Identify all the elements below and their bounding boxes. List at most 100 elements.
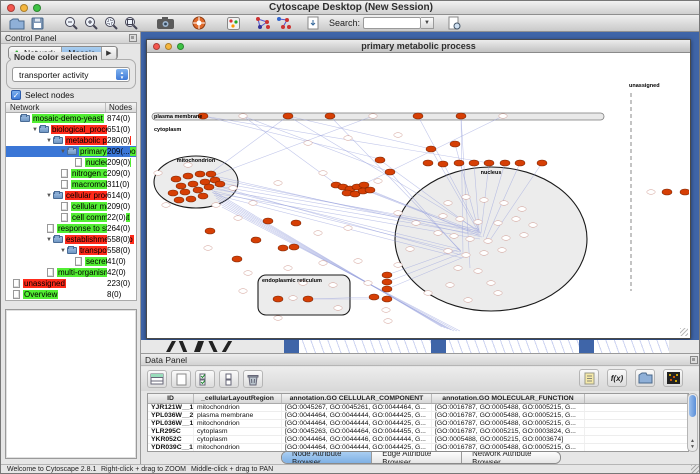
network-node[interactable] [176, 183, 186, 189]
table-cell[interactable]: [GO:0045267, GO:0045261, GO:0044464, G..… [282, 404, 432, 411]
network-node[interactable] [454, 266, 462, 271]
table-cell[interactable]: cytoplasm [194, 428, 282, 435]
tree-row[interactable]: ▼transport558(0) [6, 245, 136, 256]
tree-row[interactable]: ▼biological_process651(0) [6, 124, 136, 135]
tree-expander-icon[interactable]: ▼ [46, 237, 52, 243]
network-node[interactable] [498, 248, 506, 253]
network-node[interactable] [480, 198, 488, 203]
table-cell[interactable]: YKR052C [148, 436, 194, 443]
network-node[interactable] [334, 306, 342, 311]
network-node[interactable] [369, 294, 379, 300]
scrollbar-arrows-icon[interactable]: ▲▼ [688, 438, 697, 450]
network-node[interactable] [303, 296, 313, 302]
help-icon[interactable] [189, 16, 209, 31]
zoom-in-icon[interactable] [81, 16, 101, 31]
network-node[interactable] [229, 186, 237, 191]
tree-expander-icon[interactable]: ▼ [60, 149, 66, 155]
network-node[interactable] [462, 195, 470, 200]
network-node[interactable] [193, 187, 203, 193]
tree-row[interactable]: response to stimulu264(0) [6, 223, 136, 234]
network-node[interactable] [180, 189, 190, 195]
formula-builder-icon[interactable]: f(x) [607, 369, 627, 387]
network-node[interactable] [369, 114, 377, 119]
network-node[interactable] [162, 203, 170, 208]
network-node[interactable] [454, 160, 464, 166]
network-node[interactable] [382, 286, 392, 292]
network-node[interactable] [426, 146, 436, 152]
network-node[interactable] [304, 141, 312, 146]
network-node[interactable] [375, 157, 385, 163]
network-node[interactable] [283, 113, 293, 119]
tree-expander-icon[interactable]: ▼ [32, 127, 38, 133]
network-node[interactable] [456, 217, 464, 222]
network-node[interactable] [198, 193, 208, 199]
network-node[interactable] [424, 291, 432, 296]
network-node[interactable] [251, 237, 261, 243]
table-cell[interactable]: [GO:0016787, GO:0005488, GO:0005215, G..… [432, 420, 585, 427]
network-node[interactable] [462, 253, 470, 258]
network-node[interactable] [456, 113, 466, 119]
network-column-header[interactable]: Network [6, 103, 106, 112]
table-cell[interactable]: [GO:0005488, GO:0005215, GO:0003674] [432, 436, 585, 443]
tree-expander-icon[interactable]: ▼ [60, 248, 66, 254]
network-node[interactable] [520, 233, 528, 238]
tree-row[interactable]: ▼primary metabo209(... [6, 146, 136, 157]
network-node[interactable] [394, 211, 402, 216]
open-attributes-icon[interactable] [635, 369, 655, 387]
attribute-browser-tab[interactable]: Network Attribute Browser [462, 452, 560, 463]
network-node[interactable] [384, 319, 392, 324]
network-node[interactable] [444, 201, 452, 206]
network-node[interactable] [274, 316, 282, 321]
annotation-icon[interactable] [303, 16, 323, 31]
matrix-icon[interactable] [663, 369, 683, 387]
network-node[interactable] [206, 171, 216, 177]
network-node[interactable] [289, 244, 299, 250]
tree-row[interactable]: ▼establishment of lo558(0) [6, 234, 136, 245]
network-node[interactable] [274, 181, 282, 186]
network-node[interactable] [412, 221, 420, 226]
network-node[interactable] [263, 218, 273, 224]
table-cell[interactable]: mitochondrion [194, 404, 282, 411]
network-node[interactable] [502, 236, 510, 241]
network-node[interactable] [249, 201, 257, 206]
import-attributes-icon[interactable] [579, 369, 599, 387]
network-node[interactable] [450, 141, 460, 147]
tree-row[interactable]: Overview8(0) [6, 289, 136, 300]
float-control-panel-icon[interactable] [129, 34, 137, 42]
tree-expander-icon[interactable]: ▼ [46, 138, 52, 144]
network-node[interactable] [394, 133, 402, 138]
network-node[interactable] [434, 231, 442, 236]
table-column-header[interactable]: _cellularLayoutRegion [194, 394, 282, 403]
zoom-selected-icon[interactable] [101, 16, 121, 31]
network-node[interactable] [406, 247, 414, 252]
network-node[interactable] [484, 160, 494, 166]
network-node[interactable] [183, 173, 193, 179]
window-resize-grip[interactable] [680, 328, 688, 336]
attribute-browser-tab[interactable]: Node Attribute Browser [282, 452, 372, 463]
network-node[interactable] [469, 160, 479, 166]
network-node[interactable] [494, 291, 502, 296]
network-canvas-svg[interactable]: plasma membranecytoplasmmitochondrionnuc… [148, 53, 689, 337]
table-cell[interactable]: YJR121W__1 [148, 404, 194, 411]
tree-row[interactable]: secretion41(0) [6, 256, 136, 267]
table-cell[interactable]: [GO:0016787, GO:0005488, GO:0005215, G..… [432, 444, 585, 451]
tree-row[interactable]: unassigned223(0) [6, 278, 136, 289]
tree-row[interactable]: macromolecule311(0) [6, 179, 136, 190]
table-cell[interactable]: YLR295C [148, 428, 194, 435]
table-cell[interactable]: [GO:0016787, GO:0005488, GO:0005215, G..… [432, 412, 585, 419]
tree-row[interactable]: multi-organism pro42(0) [6, 267, 136, 278]
zoom-fit-icon[interactable] [121, 16, 141, 31]
table-column-header[interactable]: annotation.GO MOLECULAR_FUNCTION [432, 394, 585, 403]
table-cell[interactable]: [GO:0045263, GO:0044464, GO:0044455, G..… [282, 428, 432, 435]
network-node[interactable] [499, 114, 507, 119]
network-node[interactable] [438, 161, 448, 167]
tree-expander-icon[interactable]: ▼ [46, 193, 52, 199]
network-node[interactable] [325, 113, 335, 119]
network-node[interactable] [494, 221, 502, 226]
network-node[interactable] [374, 179, 382, 184]
view-network-icon[interactable] [273, 16, 293, 31]
network-node[interactable] [480, 251, 488, 256]
table-row[interactable]: YKR052Ccytoplasm[GO:0044464, GO:0044446,… [148, 436, 688, 444]
network-node[interactable] [382, 272, 392, 278]
network-node[interactable] [413, 113, 423, 119]
